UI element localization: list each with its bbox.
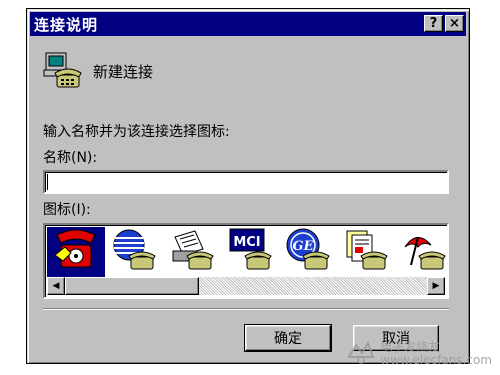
icon-option-red-phone[interactable] xyxy=(47,227,105,277)
umbrella-phone-icon xyxy=(401,227,447,277)
ge-phone-icon: GE xyxy=(285,227,331,277)
ok-button[interactable]: 确定 xyxy=(244,324,332,352)
documents-phone-icon xyxy=(343,227,389,277)
icon-option-umbrella-phone[interactable] xyxy=(395,227,447,277)
icon-option-mci-phone[interactable]: MCI xyxy=(221,227,279,277)
triangle-left-icon: ◀ xyxy=(52,281,60,291)
icon-option-globe-phone[interactable] xyxy=(105,227,163,277)
title-bar[interactable]: 连接说明 ? × xyxy=(30,12,466,36)
icon-option-fax-phone[interactable] xyxy=(163,227,221,277)
ge-logo-text: GE xyxy=(292,239,314,254)
fax-phone-icon xyxy=(169,227,215,277)
scroll-left-button[interactable]: ◀ xyxy=(47,277,65,295)
dialup-modem-phone-icon xyxy=(43,51,83,91)
elecfans-logo-icon xyxy=(346,339,376,369)
name-label: 名称(N): xyxy=(43,150,98,166)
connection-dialog: 连接说明 ? × 新建连接 输入名称并为该连接选择图标: 名称(N): 图标(I… xyxy=(26,8,470,364)
red-phone-icon xyxy=(53,227,99,277)
help-button[interactable]: ? xyxy=(424,15,443,32)
watermark: 电子发烧友 www.elecfans.com xyxy=(346,339,492,369)
mci-phone-icon: MCI xyxy=(227,227,273,277)
mci-logo-text: MCI xyxy=(233,235,260,250)
icon-strip: MCI GE xyxy=(47,227,447,277)
separator xyxy=(43,308,449,310)
scrollbar-thumb[interactable] xyxy=(65,277,199,295)
horizontal-scrollbar[interactable]: ◀ ▶ xyxy=(47,277,445,295)
instruction-text: 输入名称并为该连接选择图标: xyxy=(43,124,230,140)
icon-option-ge-phone[interactable]: GE xyxy=(279,227,337,277)
icon-list: MCI GE ◀ ▶ xyxy=(43,223,449,299)
name-input[interactable] xyxy=(43,170,449,194)
connection-heading: 新建连接 xyxy=(93,62,154,81)
window-title: 连接说明 xyxy=(34,15,99,34)
close-button[interactable]: × xyxy=(445,15,464,32)
triangle-right-icon: ▶ xyxy=(432,281,440,291)
watermark-url: www.elecfans.com xyxy=(380,353,492,367)
scroll-right-button[interactable]: ▶ xyxy=(427,277,445,295)
text-caret xyxy=(47,174,48,190)
globe-phone-icon xyxy=(111,227,157,277)
connection-header: 新建连接 xyxy=(43,51,153,91)
icon-label: 图标(I): xyxy=(43,202,91,218)
icon-option-documents-phone[interactable] xyxy=(337,227,395,277)
